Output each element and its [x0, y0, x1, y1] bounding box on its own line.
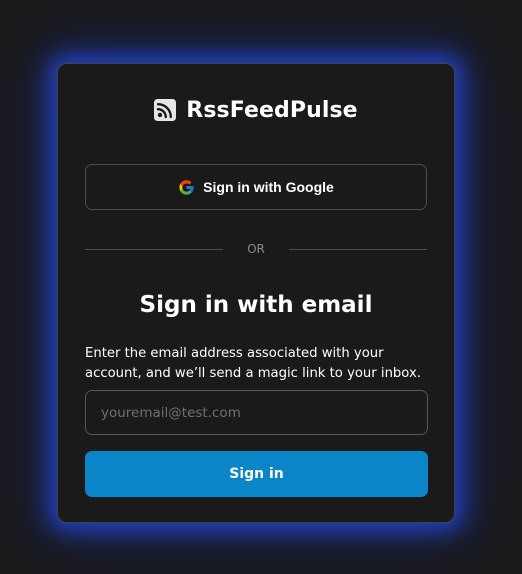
google-signin-button[interactable]: Sign in with Google: [85, 164, 427, 210]
email-input[interactable]: [85, 390, 428, 435]
sign-in-button[interactable]: Sign in: [85, 451, 428, 497]
email-signin-heading: Sign in with email: [139, 292, 373, 318]
login-card: RssFeedPulse Sign in with Google OR Sign…: [57, 63, 455, 523]
brand-name: RssFeedPulse: [186, 97, 358, 123]
or-divider: OR: [85, 240, 427, 260]
brand-header: RssFeedPulse: [58, 97, 454, 123]
email-signin-description: Enter the email address associated with …: [85, 346, 421, 381]
rss-feed-icon: [154, 99, 177, 121]
google-icon: [178, 179, 195, 196]
divider-line-right: [289, 249, 427, 250]
google-signin-label: Sign in with Google: [203, 179, 334, 195]
